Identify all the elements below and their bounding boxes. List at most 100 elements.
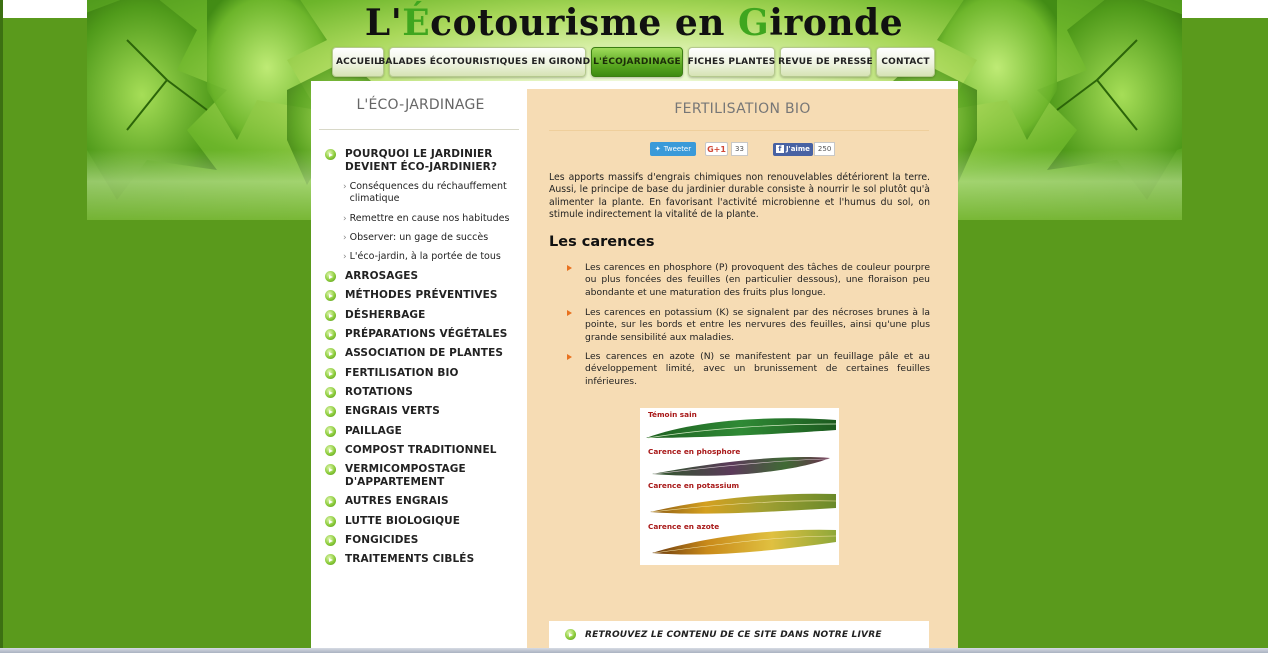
nav-item-5[interactable]: CONTACT <box>876 47 935 77</box>
sidebar-item-label: ARROSAGES <box>345 270 419 282</box>
sidebar-item-label: TRAITEMENTS CIBLÉS <box>345 553 475 565</box>
menu-bullet-icon <box>325 348 336 359</box>
site-title-part: É <box>402 2 431 44</box>
sidebar-subitem[interactable]: › Conséquences du réchauffement climatiqu… <box>343 181 521 205</box>
sidebar-item[interactable]: ASSOCIATION DE PLANTES <box>325 347 521 360</box>
sidebar-item-label: ASSOCIATION DE PLANTES <box>345 347 504 359</box>
sidebar-item[interactable]: FONGICIDES <box>325 534 521 547</box>
sidebar-item-label: FONGICIDES <box>345 534 419 546</box>
sidebar-subitem[interactable]: › Observer: un gage de succès <box>343 232 521 244</box>
menu-bullet-icon <box>325 445 336 456</box>
bullet-text: Les carences en azote (N) se manifestent… <box>585 351 930 387</box>
sidebar-item-label: MÉTHODES PRÉVENTIVES <box>345 289 498 301</box>
sidebar-item-label: ENGRAIS VERTS <box>345 405 440 417</box>
sidebar-divider <box>319 129 519 130</box>
sidebar-item-label: FERTILISATION BIO <box>345 367 459 379</box>
main-content: FERTILISATION BIO ✦ Tweeter G+1 33 f J'a… <box>527 89 958 653</box>
figure-label: Carence en phosphore <box>648 447 741 456</box>
sidebar-item[interactable]: VERMICOMPOSTAGE D'APPARTEMENT <box>325 463 521 489</box>
book-link[interactable]: RETROUVEZ LE CONTENU DE CE SITE DANS NOT… <box>549 621 929 648</box>
sidebar-item[interactable]: PAILLAGE <box>325 425 521 438</box>
sidebar-item[interactable]: TRAITEMENTS CIBLÉS <box>325 553 521 566</box>
figure-label: Carence en potassium <box>648 481 740 490</box>
nav-item-2[interactable]: L'ÉCOJARDINAGE <box>591 47 683 77</box>
deficiency-bullet: Les carences en potassium (K) se signale… <box>567 307 930 344</box>
sidebar-subitem[interactable]: › Remettre en cause nos habitudes <box>343 213 521 225</box>
site-title-part: G <box>737 2 770 44</box>
leaf-deficiency-figure: Témoin sain Carence en phosphore Carence e… <box>640 408 839 565</box>
book-link-bullet-icon <box>565 629 576 640</box>
nav-item-0[interactable]: ACCUEIL <box>332 47 384 77</box>
sidebar-item[interactable]: ARROSAGES <box>325 270 521 283</box>
taskbar-edge <box>0 648 1268 653</box>
menu-bullet-icon <box>325 271 336 282</box>
menu-bullet-icon <box>325 310 336 321</box>
page-title: FERTILISATION BIO <box>674 101 811 117</box>
chevron-right-icon: › <box>343 214 347 224</box>
menu-bullet-icon <box>325 535 336 546</box>
sidebar-item-label: POURQUOI LE JARDINIER DEVIENT ÉCO-JARDIN… <box>345 148 498 173</box>
menu-bullet-icon <box>325 516 336 527</box>
sidebar-item-label: ROTATIONS <box>345 386 413 398</box>
menu-bullet-icon <box>325 290 336 301</box>
section-heading: Les carences <box>549 234 655 250</box>
menu-bullet-icon <box>325 554 336 565</box>
sidebar-item-label: PAILLAGE <box>345 425 402 437</box>
tweet-button[interactable]: ✦ Tweeter <box>650 142 696 156</box>
menu-bullet-icon <box>325 406 336 417</box>
deficiency-bullet: Les carences en azote (N) se manifestent… <box>567 351 930 388</box>
sidebar-item[interactable]: ROTATIONS <box>325 386 521 399</box>
chevron-right-icon: › <box>343 233 347 243</box>
menu-bullet-icon <box>325 387 336 398</box>
bullet-arrow-icon <box>567 354 572 360</box>
menu-bullet-icon <box>325 464 336 475</box>
google-plus-button[interactable]: G+1 <box>705 142 728 156</box>
sidebar: L'ÉCO-JARDINAGE POURQUOI LE JARDINIER DE… <box>311 81 527 653</box>
facebook-icon: f <box>775 145 784 153</box>
sidebar-item-label: AUTRES ENGRAIS <box>345 495 449 507</box>
twitter-bird-icon: ✦ <box>654 145 661 153</box>
sidebar-subitem-label: Conséquences du réchauffement climatique <box>349 181 507 204</box>
site-title-part: ironde <box>769 2 904 44</box>
sidebar-item[interactable]: COMPOST TRADITIONNEL <box>325 444 521 457</box>
sidebar-subitem-label: Remettre en cause nos habitudes <box>349 213 510 224</box>
deficiency-bullet: Les carences en phosphore (P) provoquent… <box>567 262 930 299</box>
sidebar-item[interactable]: DÉSHERBAGE <box>325 309 521 322</box>
window-left-edge <box>0 0 3 653</box>
tweet-label: Tweeter <box>663 145 692 153</box>
menu-bullet-icon <box>325 426 336 437</box>
facebook-like-count: 250 <box>813 142 836 156</box>
bullet-text: Les carences en phosphore (P) provoquent… <box>585 262 930 298</box>
nav-item-3[interactable]: FICHES PLANTES <box>688 47 775 77</box>
sidebar-subitem-label: L'éco-jardin, à la portée de tous <box>349 251 501 262</box>
sidebar-subitem[interactable]: › L'éco-jardin, à la portée de tous <box>343 251 521 263</box>
site-title: L'Écotourisme en Gironde <box>0 2 1268 44</box>
menu-bullet-icon <box>325 149 336 160</box>
sidebar-item-pourquoi[interactable]: POURQUOI LE JARDINIER DEVIENT ÉCO-JARDIN… <box>325 148 521 174</box>
nav-item-4[interactable]: REVUE DE PRESSE <box>778 47 873 77</box>
sidebar-item[interactable]: ENGRAIS VERTS <box>325 405 521 418</box>
site-title-part: L' <box>364 2 403 44</box>
sidebar-item-label: DÉSHERBAGE <box>345 309 426 321</box>
menu-bullet-icon <box>325 496 336 507</box>
intro-paragraph: Les apports massifs d'engrais chimiques … <box>549 172 930 220</box>
nav-item-1[interactable]: BALADES ÉCOTOURISTIQUES EN GIRONDE <box>378 47 596 77</box>
sidebar-item[interactable]: FERTILISATION BIO <box>325 367 521 380</box>
main-navigation: ACCUEIL BALADES ÉCOTOURISTIQUES EN GIROND… <box>332 47 935 77</box>
sidebar-item-label: LUTTE BIOLOGIQUE <box>345 515 461 527</box>
sidebar-subitem-label: Observer: un gage de succès <box>349 232 489 243</box>
sidebar-item-label: COMPOST TRADITIONNEL <box>345 444 497 456</box>
title-divider <box>549 130 929 131</box>
social-share-bar: ✦ Tweeter G+1 33 f J'aime 250 <box>650 142 836 156</box>
sidebar-item-label: VERMICOMPOSTAGE D'APPARTEMENT <box>345 463 466 488</box>
bullet-arrow-icon <box>567 310 572 316</box>
sidebar-item[interactable]: LUTTE BIOLOGIQUE <box>325 515 521 528</box>
sidebar-item[interactable]: AUTRES ENGRAIS <box>325 495 521 508</box>
chevron-right-icon: › <box>343 182 347 192</box>
sidebar-item[interactable]: PRÉPARATIONS VÉGÉTALES <box>325 328 521 341</box>
sidebar-item-label: PRÉPARATIONS VÉGÉTALES <box>345 328 508 340</box>
sidebar-item[interactable]: MÉTHODES PRÉVENTIVES <box>325 289 521 302</box>
figure-label: Témoin sain <box>648 410 697 419</box>
facebook-like-button[interactable]: f J'aime <box>772 142 813 156</box>
sidebar-title: L'ÉCO-JARDINAGE <box>356 97 485 113</box>
